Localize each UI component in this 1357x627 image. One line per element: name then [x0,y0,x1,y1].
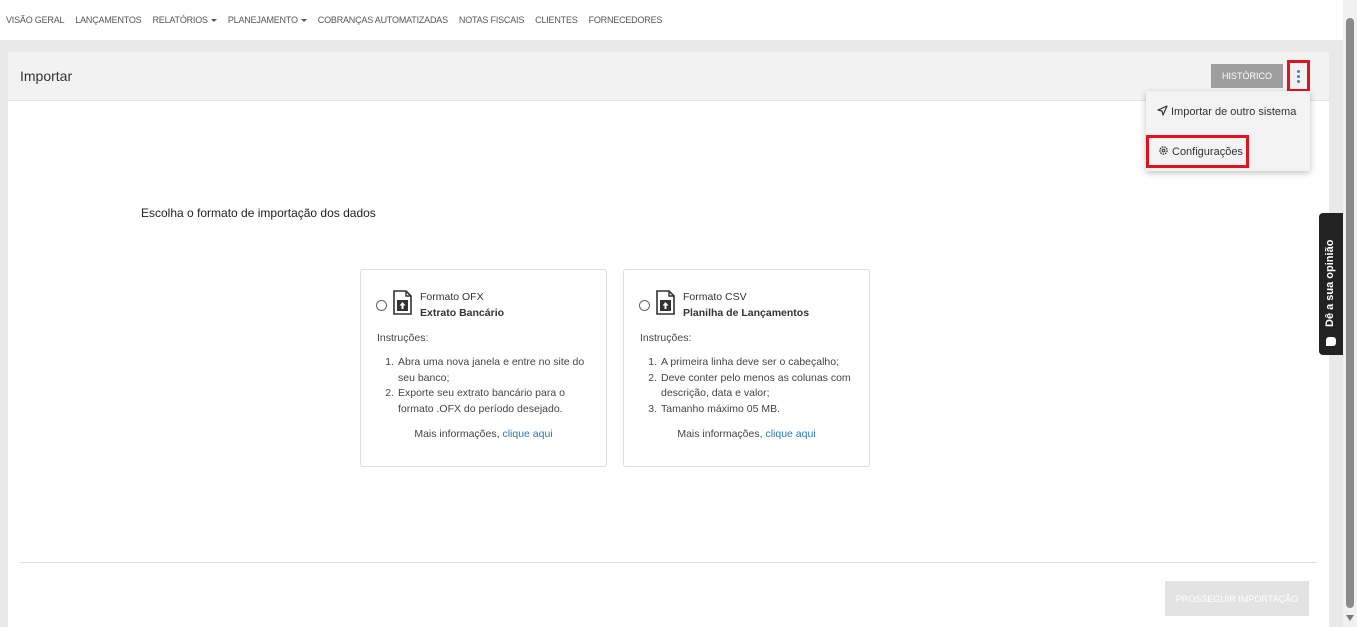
send-icon [1157,105,1168,119]
step-text: A primeira linha deve ser o cabeçalho; [661,356,840,368]
file-upload-icon [393,290,412,315]
nav-item-label: LANÇAMENTOS [75,15,142,25]
options-dropdown: Importar de outro sistema Configurações [1146,91,1310,171]
chat-bubble-icon [1326,337,1336,346]
nav-item-label: RELATÓRIOS [152,15,208,25]
format-subtitle: Extrato Bancário [420,307,505,319]
list-item: 2. Exporte seu extrato bancário para o fo… [377,386,592,417]
feedback-label: Dê a sua opinião [1324,239,1336,327]
list-item: 1. A primeira linha deve ser o cabeçalho; [640,355,855,371]
step-text: Tamanho máximo 05 MB. [661,402,781,415]
format-subtitle: Planilha de Lançamentos [683,307,810,319]
file-upload-icon [656,290,675,315]
list-item: 2. Deve conter pelo menos as colunas com … [640,371,855,402]
feedback-tab[interactable]: Dê a sua opinião [1319,213,1343,355]
kebab-dot [1297,79,1300,83]
footer-divider [20,562,1317,563]
nav-item-label: NOTAS FISCAIS [458,15,525,25]
more-info-link[interactable]: clique aqui [765,428,815,440]
step-text: Exporte seu extrato bancário para o form… [398,387,565,415]
step-text: Abra uma nova janela e entre no site do … [398,356,585,384]
nav-item-label: COBRANÇAS AUTOMATIZADAS [317,15,448,25]
instructions-list: 1. A primeira linha deve ser o cabeçalho;… [640,355,855,417]
panel-header: Importar HISTÓRICO [8,52,1329,101]
nav-item-label: VISÃO GERAL [6,15,65,25]
nav-item-clientes[interactable]: CLIENTES [535,15,578,25]
radio-ofx[interactable] [376,300,387,311]
format-card-ofx[interactable]: Formato OFX Extrato Bancário Instruções:… [360,269,607,467]
menu-item-label: Importar de outro sistema [1171,106,1297,118]
radio-csv[interactable] [639,300,650,311]
step-text: Deve conter pelo menos as colunas com de… [661,371,851,400]
format-card-csv[interactable]: Formato CSV Planilha de Lançamentos Inst… [623,269,870,467]
menu-item-import-other-system[interactable]: Importar de outro sistema [1146,103,1310,121]
kebab-dot [1297,69,1300,73]
caret-down-icon [300,18,307,22]
more-info-text: Mais informações, [677,428,763,440]
kebab-dot [1297,74,1300,78]
nav-item-label: CLIENTES [535,15,578,25]
menu-item-label: Configurações [1172,145,1243,158]
more-info: Mais informações, clique aqui [361,428,606,440]
historico-button[interactable]: HISTÓRICO [1211,64,1283,88]
nav-item-cobrancas[interactable]: COBRANÇAS AUTOMATIZADAS [318,15,448,25]
caret-down-icon [210,18,217,22]
import-panel: Importar HISTÓRICO Escolha o formato de … [8,52,1329,627]
top-nav: VISÃO GERAL LANÇAMENTOS RELATÓRIOS PLANE… [0,0,1343,40]
instructions-label: Instruções: [377,332,429,344]
scrollbar[interactable] [1343,0,1357,627]
nav-item-relatorios[interactable]: RELATÓRIOS [152,15,217,25]
proceed-import-button[interactable]: PROSSEGUIR IMPORTAÇÃO [1165,581,1309,616]
more-info-link[interactable]: clique aqui [502,428,552,440]
more-info: Mais informações, clique aqui [624,428,869,440]
scroll-down-arrow-icon[interactable] [1346,615,1354,621]
page-title: Importar [20,68,73,84]
more-options-button[interactable] [1287,60,1310,92]
nav-item-visao-geral[interactable]: VISÃO GERAL [6,15,65,25]
format-name: Formato CSV [683,291,747,303]
format-name: Formato OFX [420,291,484,303]
nav-item-label: FORNECEDORES [588,15,663,25]
nav-item-fornecedores[interactable]: FORNECEDORES [589,15,663,25]
more-info-text: Mais informações, [414,428,500,440]
nav-item-notas-fiscais[interactable]: NOTAS FISCAIS [459,15,524,25]
format-title: Formato OFX Extrato Bancário [420,289,504,321]
menu-item-settings[interactable]: Configurações [1146,135,1249,168]
nav-item-label: PLANEJAMENTO [227,15,298,25]
section-title: Escolha o formato de importação dos dado… [141,206,376,220]
list-item: 1. Abra uma nova janela e entre no site d… [377,355,592,386]
nav-item-planejamento[interactable]: PLANEJAMENTO [228,15,307,25]
nav-item-lancamentos[interactable]: LANÇAMENTOS [75,15,141,25]
format-title: Formato CSV Planilha de Lançamentos [683,289,809,321]
scrollbar-thumb[interactable] [1346,18,1354,608]
gear-icon [1158,145,1169,159]
list-item: 3. Tamanho máximo 05 MB. [640,402,855,418]
instructions-list: 1. Abra uma nova janela e entre no site d… [377,355,592,417]
instructions-label: Instruções: [640,332,692,344]
